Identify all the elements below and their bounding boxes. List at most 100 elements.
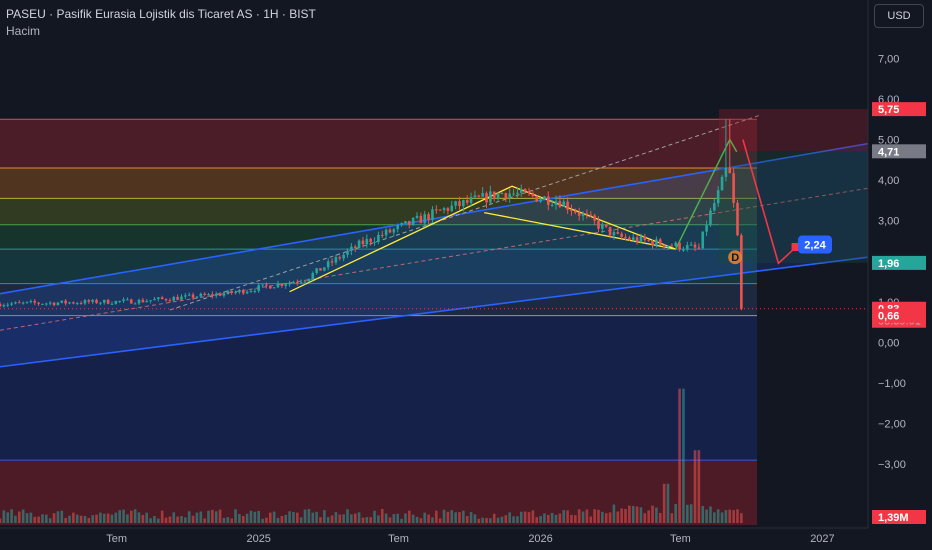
volume-bar xyxy=(195,512,199,523)
candle-body xyxy=(164,299,168,301)
candle-body xyxy=(79,303,83,305)
time-tick-label: Tem xyxy=(670,533,691,545)
volume-bar xyxy=(604,513,608,523)
volume-bar xyxy=(172,512,176,523)
volume-bar xyxy=(435,510,438,523)
volume-bar xyxy=(6,512,10,523)
volume-bar xyxy=(288,511,291,523)
volume-bar xyxy=(446,511,450,523)
volume-bar xyxy=(106,513,110,523)
volume-bar xyxy=(226,517,230,523)
candle-body xyxy=(268,285,272,289)
time-tick-label: 2026 xyxy=(528,533,552,545)
volume-bar xyxy=(380,509,384,523)
volume-bar xyxy=(342,514,345,523)
candle-body xyxy=(369,238,372,243)
volume-bar xyxy=(361,517,365,523)
volume-bar xyxy=(732,510,735,523)
candle-body xyxy=(14,302,17,304)
candle-body xyxy=(454,201,457,206)
volume-bar xyxy=(118,510,121,523)
candle-body xyxy=(678,242,681,250)
price-label-text: 0,66 xyxy=(878,311,899,323)
volume-bar xyxy=(346,509,349,523)
volume-bar xyxy=(620,508,623,523)
volume-bar xyxy=(129,510,133,523)
volume-bar xyxy=(357,512,361,523)
volume-bar xyxy=(736,509,739,523)
candle-body xyxy=(431,209,434,220)
volume-bar xyxy=(68,515,71,523)
volume-bar xyxy=(284,514,288,523)
price-tick-label: 0,00 xyxy=(878,337,899,349)
time-tick-label: Tem xyxy=(388,533,409,545)
candle-body xyxy=(535,195,539,202)
candle-body xyxy=(604,224,608,227)
dividend-marker-text: D xyxy=(731,252,739,264)
candle-body xyxy=(10,303,13,305)
volume-bar xyxy=(307,509,311,523)
volume-bar xyxy=(369,517,372,523)
volume-bar xyxy=(554,514,558,523)
volume-bar xyxy=(164,517,168,523)
volume-bar xyxy=(199,511,203,523)
candle-body xyxy=(562,201,566,207)
volume-bar xyxy=(608,512,612,523)
candle-body xyxy=(577,212,581,216)
candle-body xyxy=(396,225,400,230)
candle-body xyxy=(296,281,299,283)
volume-bar xyxy=(396,513,400,523)
volume-bar xyxy=(184,517,187,523)
fib-band-7 xyxy=(0,460,757,525)
candle-body xyxy=(701,231,705,249)
candle-body xyxy=(29,301,33,303)
candle-body xyxy=(589,214,593,216)
candle-body xyxy=(373,241,376,243)
currency-button[interactable]: USD xyxy=(874,4,924,28)
volume-bar xyxy=(496,517,500,523)
volume-bar xyxy=(222,517,226,523)
candle-body xyxy=(114,301,118,304)
candle-body xyxy=(685,245,689,250)
volume-bar xyxy=(624,509,627,523)
volume-bar xyxy=(662,483,666,523)
candle-body xyxy=(392,229,396,233)
volume-bar xyxy=(338,514,342,523)
volume-bar xyxy=(597,509,600,523)
candle-body xyxy=(423,214,427,224)
volume-bar xyxy=(701,505,705,523)
candle-body xyxy=(180,296,183,300)
candle-body xyxy=(400,223,403,226)
candle-body xyxy=(141,299,145,303)
candle-body xyxy=(593,215,596,221)
candle-body xyxy=(377,234,380,242)
candle-body xyxy=(612,232,616,236)
volume-bar xyxy=(546,514,550,523)
volume-bar xyxy=(292,512,295,523)
volume-bar xyxy=(577,509,581,523)
chart-area[interactable]: 2,24D7,006,005,004,003,002,001,000,00−1,… xyxy=(0,0,932,550)
candle-body xyxy=(72,302,75,304)
candle-body xyxy=(137,299,141,304)
candle-body xyxy=(435,209,438,211)
volume-bar xyxy=(543,513,546,523)
candle-body xyxy=(716,190,720,204)
volume-bar xyxy=(643,513,647,523)
candle-body xyxy=(527,191,531,194)
candle-body xyxy=(172,296,176,301)
volume-bar xyxy=(388,517,392,523)
volume-bar xyxy=(257,510,261,523)
volume-bar xyxy=(280,516,284,523)
candle-body xyxy=(404,221,407,224)
price-chart[interactable]: 2,24D7,006,005,004,003,002,001,000,00−1,… xyxy=(0,0,932,550)
candle-body xyxy=(99,302,102,304)
volume-bar xyxy=(238,514,241,523)
candle-body xyxy=(21,302,25,304)
candle-body xyxy=(384,229,388,236)
candle-body xyxy=(110,303,114,305)
candle-body xyxy=(129,299,133,304)
volume-bar xyxy=(95,514,98,523)
volume-bar xyxy=(14,515,17,523)
volume-bar xyxy=(612,504,616,523)
volume-bar xyxy=(407,510,411,523)
